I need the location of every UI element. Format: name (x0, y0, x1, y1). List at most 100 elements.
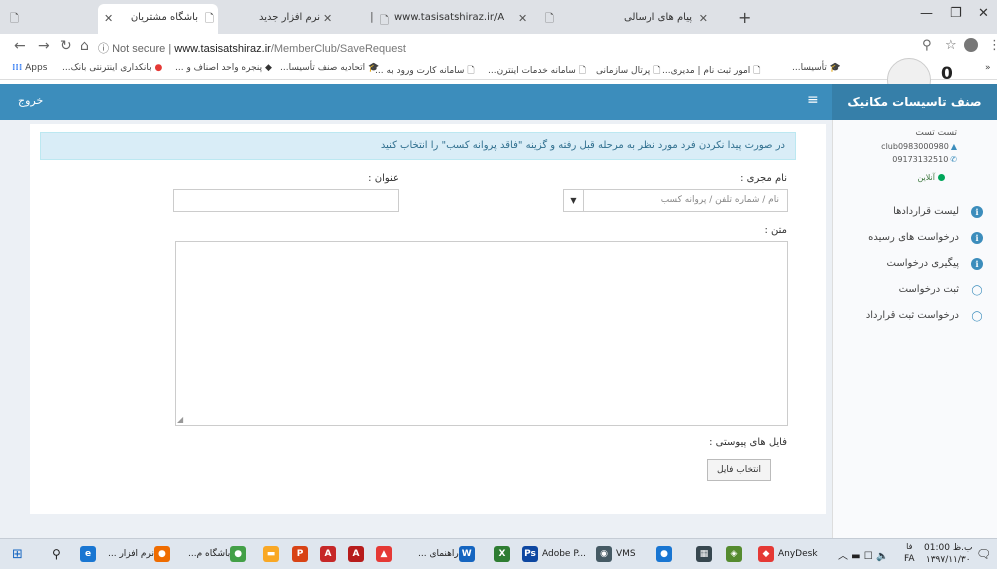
taskbar-item-photoshop[interactable]: Ps Adobe P... (522, 544, 586, 564)
tray-icons[interactable]: ︿ ▬ ☐ 🔈 (838, 544, 888, 564)
sidebar-item-label: ثبت درخواست (898, 284, 959, 295)
language-indicator[interactable]: فا FA (904, 541, 915, 564)
bookmark-internet-services[interactable]: 🗋 سامانه خدمات اینترن... (488, 63, 586, 79)
edge-icon[interactable]: e (80, 544, 100, 564)
close-window-icon[interactable]: ✕ (978, 6, 989, 21)
acrobat-icon[interactable]: A (320, 544, 340, 564)
app-header: صنف تاسیسات مکانیک ≡ خروج (0, 84, 997, 120)
taskbar-item-anydesk[interactable]: ◆ AnyDesk (758, 544, 818, 564)
taskbar-item-word[interactable]: W راهنمای ... (418, 544, 479, 564)
user-icon: ▲ (950, 142, 957, 151)
new-tab-button[interactable]: + (738, 8, 751, 27)
close-icon[interactable]: ✕ (323, 12, 332, 25)
file-explorer-icon[interactable]: ▬ (263, 544, 283, 564)
bookmark-entry-card[interactable]: 🗋 سامانه کارت ورود به ... (375, 63, 475, 79)
profile-avatar[interactable] (964, 38, 978, 52)
url-field[interactable]: ⓘ Not secure | www.tasisatshiraz.ir/Memb… (98, 40, 406, 56)
attachments-label: فایل های پیوستی : (709, 437, 787, 448)
clock[interactable]: 01:00 ب.ظ ۱۳۹۷/۱۱/۳۰ (924, 542, 972, 566)
tab-accounting[interactable]: 🗋 www.tasisatshiraz.ir/Accounting/ ✕ (378, 4, 538, 34)
info-icon[interactable]: ⓘ (98, 43, 109, 55)
url-path: /MemberClub/SaveRequest (270, 43, 406, 55)
body-label: متن : (764, 225, 787, 236)
pdf-reader-icon[interactable]: ▲ (376, 544, 396, 564)
user-name: تست تست (915, 128, 957, 138)
close-icon[interactable]: ✕ (104, 12, 113, 25)
choose-file-button[interactable]: انتخاب فایل (707, 459, 771, 481)
page-icon: 🗋 (10, 12, 19, 25)
tab-sent-messages[interactable]: پیام های ارسالی ✕ (600, 4, 720, 34)
notification-count: 0 (941, 64, 953, 84)
sidebar-item-submit-request[interactable]: ◯ ثبت درخواست (832, 280, 997, 304)
zoom-icon[interactable]: ⚲ (922, 38, 932, 53)
page-icon: 🗋 (380, 14, 389, 27)
powerpoint-icon[interactable]: P (292, 544, 312, 564)
back-icon[interactable]: ← (14, 38, 26, 54)
excel-icon[interactable]: X (494, 544, 514, 564)
bookmark-portal[interactable]: 🗋 پرتال سازمانی (596, 63, 660, 79)
forward-icon[interactable]: → (38, 38, 50, 54)
hamburger-icon[interactable]: ≡ (807, 92, 819, 108)
tab-title: نرم افزار جدید (259, 12, 320, 23)
sidebar-item-label: درخواست های رسیده (868, 232, 959, 243)
tab-new-software[interactable]: ✕ نرم افزار جدید (245, 4, 365, 34)
executor-select[interactable]: نام / شماره تلفن / پروانه کسب ▼ (563, 189, 788, 212)
bookmark-apps[interactable]: ⁞⁞⁞ Apps (12, 63, 47, 73)
info-icon: i (971, 232, 983, 244)
taskbar-item-chrome[interactable]: ● باشگاه م... (188, 544, 250, 564)
sidebar-item-track-request[interactable]: i پیگیری درخواست (832, 254, 997, 278)
resize-grip-icon[interactable]: ◢ (177, 415, 183, 424)
more-bookmarks-icon[interactable]: » (985, 63, 991, 73)
calculator-icon[interactable]: ▦ (696, 544, 716, 564)
chevron-down-icon: ▼ (564, 190, 584, 211)
info-alert: در صورت پیدا نکردن فرد مورد نظر به مرحله… (40, 132, 796, 160)
title-label: عنوان : (368, 173, 399, 184)
bookmark-registration[interactable]: 🗋 امور ثبت نام | مدیری... (662, 63, 760, 79)
menu-dots-icon[interactable]: ⋮ (988, 38, 997, 53)
sidebar-item-received-requests[interactable]: i درخواست های رسیده (832, 228, 997, 252)
body-textarea[interactable]: ◢ (175, 241, 788, 426)
sidebar-item-contract-request[interactable]: ◯ درخواست ثبت قرارداد (832, 306, 997, 330)
bookmark-tasisat[interactable]: 🎓 تأسیسا... (792, 63, 841, 73)
sidebar-item-label: لیست قراردادها (893, 206, 959, 217)
windows-start-icon[interactable]: ⊞ (12, 544, 23, 564)
executor-label: نام مجری : (740, 173, 787, 184)
security-label: Not secure (112, 43, 166, 55)
home-icon[interactable]: ⌂ (80, 38, 89, 54)
search-icon[interactable]: ⚲ (52, 544, 61, 564)
page-icon: 🗋 (545, 12, 554, 25)
tab-title: پیام های ارسالی (624, 12, 692, 23)
executor-placeholder: نام / شماره تلفن / پروانه کسب (660, 195, 779, 205)
close-icon[interactable]: ✕ (518, 12, 527, 25)
bookmark-union[interactable]: 🎓 اتحادیه صنف تأسیسا... (280, 63, 379, 73)
title-input[interactable] (173, 189, 399, 212)
logout-link[interactable]: خروج (18, 94, 43, 107)
network-app-icon[interactable]: ◈ (726, 544, 746, 564)
status-dot (938, 174, 945, 181)
tab-title: باشگاه مشتریان (130, 12, 198, 23)
sidebar-item-contracts[interactable]: i لیست قراردادها (832, 202, 997, 226)
info-icon: i (971, 258, 983, 270)
app-icon[interactable]: ● (656, 544, 676, 564)
info-icon: i (971, 206, 983, 218)
taskbar-item-vms[interactable]: ◉ VMS (596, 544, 636, 564)
taskbar-item-firefox[interactable]: ● نرم افزار ... (108, 544, 174, 564)
reload-icon[interactable]: ↻ (60, 38, 72, 54)
chat-icon: ◯ (971, 284, 983, 296)
sidebar-item-label: درخواست ثبت قرارداد (865, 310, 959, 321)
pdf-icon[interactable]: A (348, 544, 368, 564)
sidebar-item-label: پیگیری درخواست (886, 258, 959, 269)
tab-customer-club[interactable]: ✕ باشگاه مشتریان (98, 4, 218, 34)
minimize-icon[interactable]: — (920, 6, 933, 21)
close-icon[interactable]: ✕ (699, 12, 708, 25)
user-username: club0983000980 ▲ (881, 142, 957, 151)
notification-center-icon[interactable]: 🗨 (976, 544, 991, 564)
chat-icon: ◯ (971, 310, 983, 322)
page-icon: 🗋 (205, 12, 214, 25)
bookmark-internet-bank[interactable]: ● بانکداری اینترنتی بانک... (62, 63, 162, 73)
star-icon[interactable]: ☆ (945, 38, 957, 53)
bookmark-guild-window[interactable]: ◆ پنجره واحد اصناف و ... (175, 63, 272, 73)
brand-title: صنف تاسیسات مکانیک (832, 84, 997, 120)
user-phone: 09173132510 ✆ (892, 155, 957, 164)
restore-icon[interactable]: ❐ (950, 6, 962, 21)
